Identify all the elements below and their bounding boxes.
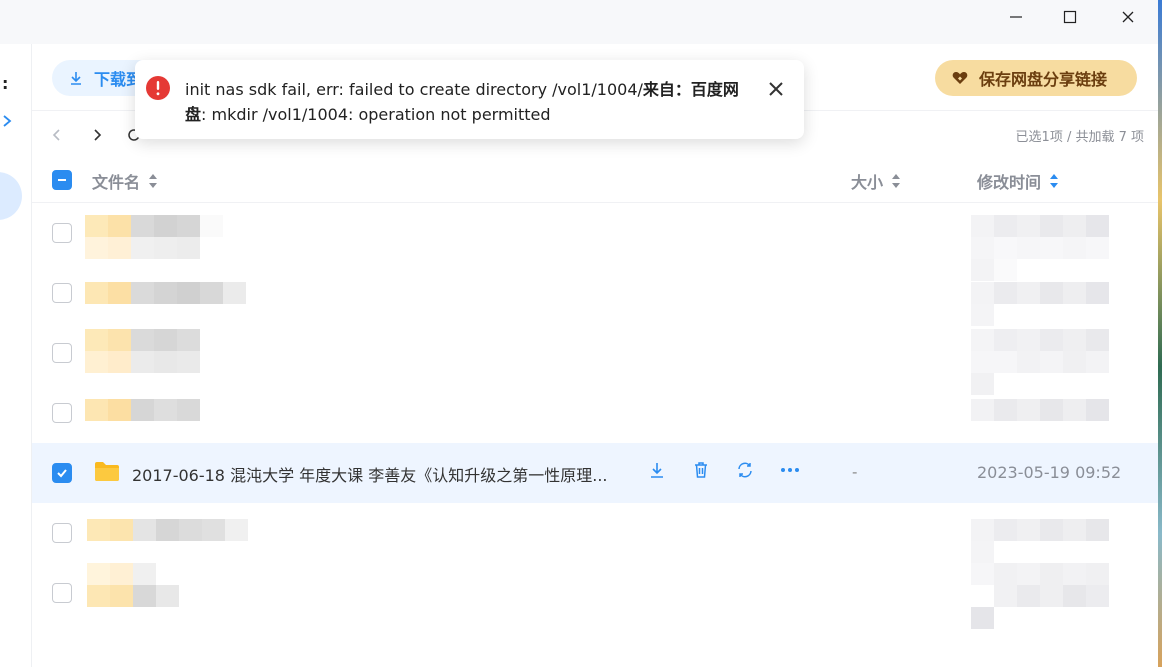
save-share-link-button[interactable]: 保存网盘分享链接 — [935, 60, 1137, 96]
download-icon — [71, 72, 81, 85]
close-icon — [1122, 11, 1134, 23]
sync-icon[interactable] — [736, 461, 754, 479]
expand-arrow-icon[interactable] — [0, 112, 14, 130]
maximize-icon — [1063, 10, 1077, 24]
save-share-link-label: 保存网盘分享链接 — [979, 70, 1108, 89]
blurred-mtime — [971, 399, 1131, 421]
title-bar — [0, 0, 1158, 44]
table-row[interactable] — [32, 203, 1158, 281]
column-mtime-header[interactable]: 修改时间 — [977, 169, 1059, 193]
column-mtime-label: 修改时间 — [977, 173, 1042, 192]
table-row[interactable] — [32, 563, 1158, 629]
sort-icon — [1050, 174, 1059, 188]
column-name-header[interactable]: 文件名 — [92, 169, 158, 193]
app-window: : 下载到 保存网盘分享链接 已选1项 / 共加载 7 项 文件名 大小 修改时… — [0, 0, 1162, 667]
delete-icon[interactable] — [692, 461, 710, 479]
blurred-mtime — [971, 563, 1131, 629]
row-checkbox[interactable] — [52, 343, 72, 363]
desktop-background — [1158, 0, 1162, 667]
table-row[interactable] — [32, 503, 1158, 563]
select-all-checkbox[interactable] — [52, 170, 72, 190]
maximize-button[interactable] — [1042, 0, 1098, 34]
minimize-button[interactable] — [988, 0, 1044, 34]
row-checkbox[interactable] — [52, 583, 72, 603]
row-checkbox[interactable] — [52, 223, 72, 243]
file-size: - — [852, 463, 858, 481]
blurred-file-name — [85, 282, 255, 304]
forward-icon[interactable] — [90, 127, 104, 143]
blurred-file-name — [87, 563, 187, 607]
heart-icon — [952, 71, 968, 84]
file-table-header: 文件名 大小 修改时间 — [32, 157, 1158, 203]
selection-info: 已选1项 / 共加载 7 项 — [1015, 130, 1144, 145]
folder-icon — [95, 462, 119, 481]
toast-line2-rest: : mkdir /vol1/1004: operation not permit… — [201, 105, 551, 124]
table-row[interactable] — [32, 323, 1158, 395]
toast-close-icon[interactable] — [767, 80, 785, 98]
sidebar-colon: : — [2, 74, 9, 93]
more-icon[interactable] — [780, 461, 800, 479]
close-button[interactable] — [1100, 0, 1156, 34]
minimize-icon — [1010, 16, 1022, 18]
sidebar-avatar-circle[interactable] — [0, 172, 22, 220]
indeterminate-icon — [58, 179, 66, 181]
table-row[interactable] — [32, 383, 1158, 443]
table-row[interactable] — [32, 263, 1158, 326]
sort-icon — [149, 174, 158, 188]
blurred-file-name — [85, 399, 225, 421]
blurred-mtime — [971, 282, 1131, 326]
toast-line2-bold: 盘 — [185, 105, 202, 124]
blurred-file-name — [85, 215, 225, 259]
back-icon[interactable] — [50, 127, 64, 143]
table-row-selected[interactable]: 2017-06-18 混沌大学 年度大课 李善友《认知升级之第一性原理... -… — [32, 443, 1158, 503]
sort-icon — [892, 174, 901, 188]
error-icon — [146, 76, 170, 100]
toast-message: init nas sdk fail, err: failed to create… — [185, 77, 755, 127]
blurred-file-name — [85, 329, 225, 373]
column-size-label: 大小 — [851, 173, 884, 192]
column-size-header[interactable]: 大小 — [851, 169, 901, 193]
row-checkbox[interactable] — [52, 403, 72, 423]
column-name-label: 文件名 — [92, 173, 141, 192]
row-checkbox-checked[interactable] — [52, 463, 72, 483]
row-checkbox[interactable] — [52, 283, 72, 303]
blurred-mtime — [971, 519, 1131, 563]
row-checkbox[interactable] — [52, 523, 72, 543]
file-mtime: 2023-05-19 09:52 — [977, 463, 1122, 482]
left-pane: : — [0, 44, 32, 667]
check-icon — [57, 469, 67, 478]
toast-line1-prefix: init nas sdk fail, err: failed to create… — [185, 80, 643, 99]
toast-line1-bold: 来自：百度网 — [642, 80, 739, 99]
error-toast: init nas sdk fail, err: failed to create… — [135, 60, 804, 139]
file-name[interactable]: 2017-06-18 混沌大学 年度大课 李善友《认知升级之第一性原理... — [132, 462, 608, 486]
download-icon[interactable] — [648, 461, 666, 479]
blurred-file-name — [87, 519, 257, 541]
